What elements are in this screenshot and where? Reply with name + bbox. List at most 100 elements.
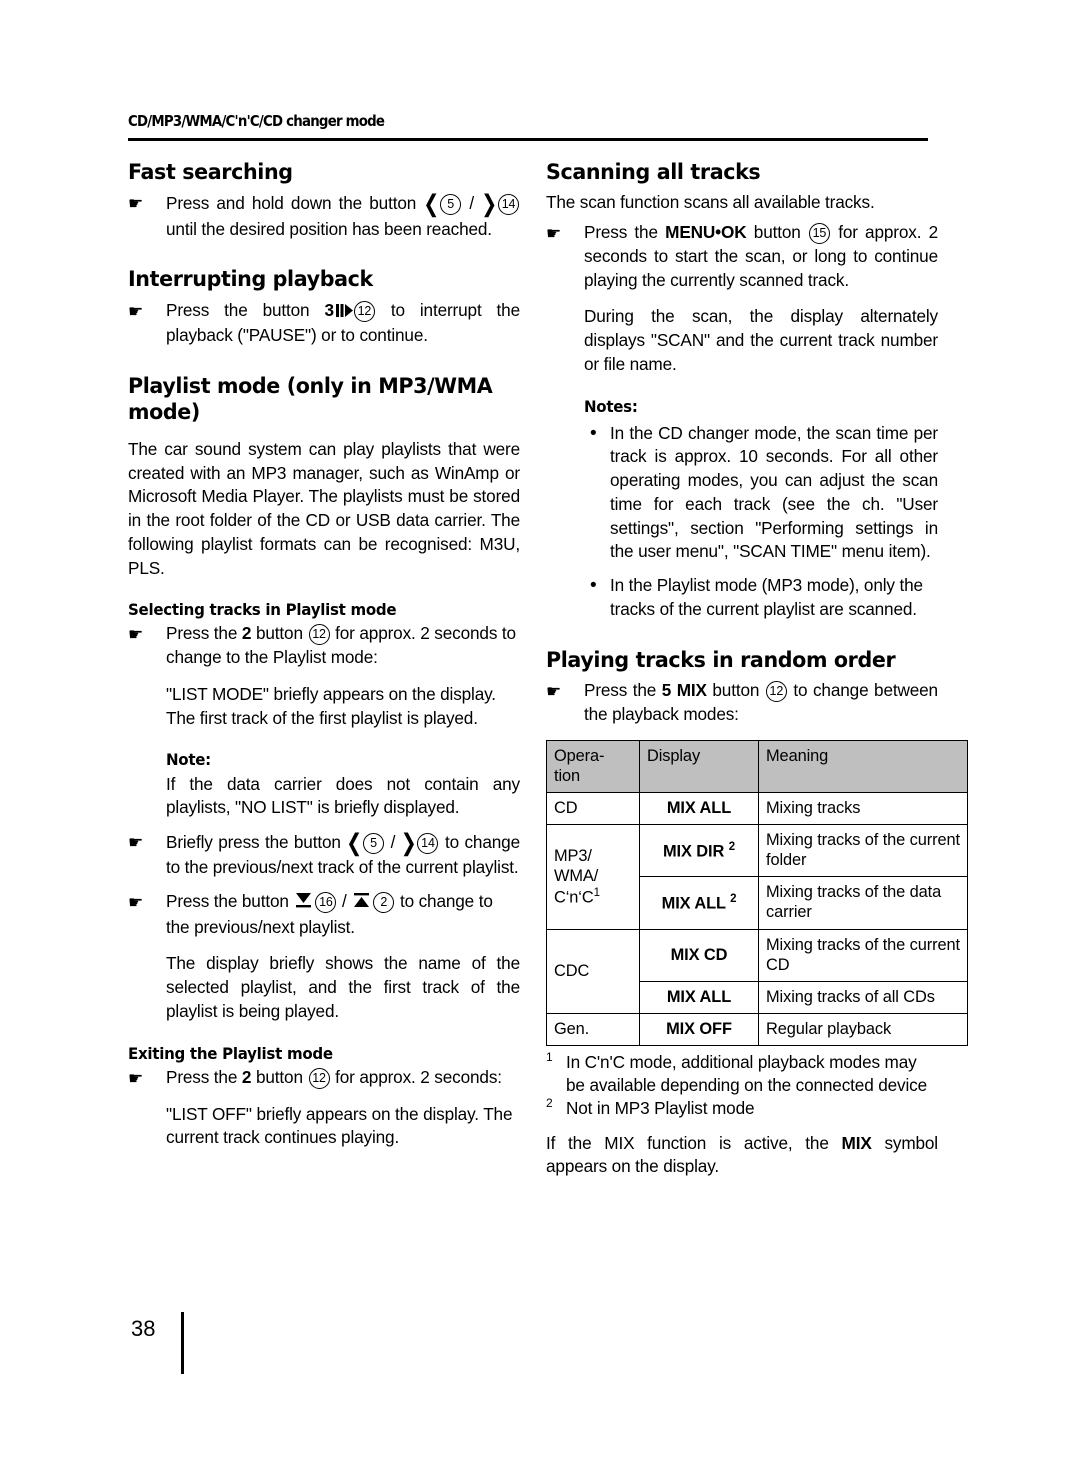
button-label-3: 3 <box>324 299 334 320</box>
instruction-text: Press and hold down the button ❮ 5 / ❯ 14 … <box>166 191 520 241</box>
cell-meaning: Mixing tracks of the current CD <box>758 928 968 982</box>
heading-notes: Notes: <box>584 396 638 416</box>
heading-selecting-tracks: Selecting tracks in Playlist mode <box>128 600 397 620</box>
footnote-marker-2: 2 <box>546 1095 553 1110</box>
arrow-up-bar-icon <box>352 892 371 916</box>
hand-pointer-icon: ☛ <box>128 625 144 645</box>
page-number: 38 <box>131 1316 156 1341</box>
footer-rule <box>181 1312 184 1374</box>
instruction-mix-button: ☛ Press the 5 MIX button 12 to change be… <box>546 679 938 726</box>
heading-exiting-playlist: Exiting the Playlist mode <box>128 1043 333 1063</box>
hand-pointer-icon: ☛ <box>128 194 144 214</box>
heading-fast-searching: Fast searching <box>128 160 293 185</box>
cell-display: MIX ALL <box>639 980 759 1014</box>
table-row: MP3/WMA/C‘n‘C1 MIX DIR 2 Mixing tracks o… <box>546 824 968 930</box>
cell-operation: CDC <box>546 928 640 1014</box>
fast-search-pre: Press and hold down the button <box>166 193 417 214</box>
header-rule <box>128 138 928 141</box>
instruction-text: Press the 2 button 12 for approx. 2 seco… <box>166 622 520 669</box>
instruction-text: Press the button 16 / 2 to change to the… <box>166 891 493 937</box>
cell-meaning: Mixing tracks <box>758 792 968 826</box>
note-text: If the data carrier does not contain any… <box>166 773 520 818</box>
during-scan-text: During the scan, the display alternately… <box>584 306 938 374</box>
button-label-menu-ok: MENU•OK <box>665 222 747 243</box>
footnote-ref-2: 2 <box>728 840 735 853</box>
heading-note: Note: <box>166 750 211 770</box>
button-number-14: 14 <box>417 833 439 855</box>
cell-meaning: Regular playback <box>758 1012 968 1046</box>
running-header: CD/MP3/WMA/C'n'C/CD changer mode <box>128 112 928 130</box>
note-text: In the Playlist mode (MP3 mode), only th… <box>610 575 923 619</box>
bullet-dot-icon: • <box>590 422 597 444</box>
bullet-dot-icon: • <box>590 575 597 597</box>
button-label-5-mix: 5 MIX <box>661 679 707 700</box>
prev-track-chevron-icon: ❮ <box>423 190 440 219</box>
hand-pointer-icon: ☛ <box>546 224 562 244</box>
cell-display: MIX CD <box>639 928 759 982</box>
exit-pre: Press the <box>166 1066 238 1087</box>
cell-meaning: Mixing tracks of the data carrier <box>758 876 968 930</box>
button-word: button <box>712 679 760 700</box>
note-item-2: • In the Playlist mode (MP3 mode), only … <box>584 574 938 621</box>
footnote-ref-2: 2 <box>730 892 737 905</box>
cell-display: MIX DIR 2 <box>639 824 759 878</box>
cell-operation: Gen. <box>546 1012 640 1046</box>
column-header-meaning: Meaning <box>758 740 968 794</box>
button-number-15: 15 <box>808 223 830 245</box>
button-number-16: 16 <box>315 892 337 913</box>
footnote-ref-1: 1 <box>593 886 600 899</box>
arrow-down-bar-icon <box>294 892 313 916</box>
instruction-fast-searching: ☛ Press and hold down the button ❮ 5 / ❯ 1… <box>128 191 520 241</box>
instruction-exit-playlist-mode: ☛ Press the 2 button 12 for approx. 2 se… <box>128 1066 520 1090</box>
display-name-block: The display briefly shows the name of th… <box>128 952 520 1023</box>
footnote-text-2: Not in MP3 Playlist mode <box>566 1097 755 1118</box>
list-mode-text: "LIST MODE" briefly appears on the displ… <box>166 683 496 728</box>
footnote-1: 1 In C'n'C mode, additional playback mod… <box>546 1049 938 1097</box>
updown-pre: Press the button <box>166 891 289 911</box>
scan-intro-text: The scan function scans all available tr… <box>546 192 875 213</box>
list-off-text: "LIST OFF" briefly appears on the displa… <box>166 1103 513 1148</box>
button-number-14: 14 <box>498 194 519 216</box>
left-column: Fast searching ☛ Press and hold down the… <box>128 160 520 1150</box>
button-number-12: 12 <box>353 300 375 322</box>
manual-page: CD/MP3/WMA/C'n'C/CD changer mode Fast se… <box>0 0 1080 1460</box>
footnote-text-1: In C'n'C mode, additional playback modes… <box>566 1051 928 1095</box>
table-header-row: Opera-tion Display Meaning <box>546 740 968 794</box>
heading-scanning-all-tracks: Scanning all tracks <box>546 160 761 185</box>
play-pause-icon <box>335 301 353 325</box>
button-number-12: 12 <box>308 624 330 646</box>
heading-interrupting-playback: Interrupting playback <box>128 267 373 293</box>
table-header: Opera-tion Display Meaning <box>546 740 968 794</box>
hand-pointer-icon: ☛ <box>128 1068 144 1088</box>
instruction-text: Press the button 3 12 to interrupt the pl… <box>166 299 520 348</box>
column-header-display: Display <box>639 740 759 794</box>
button-number-12: 12 <box>308 1067 330 1089</box>
select-pre: Press the <box>166 623 238 644</box>
instruction-interrupt-playback: ☛ Press the button 3 12 to interrupt the … <box>128 299 520 348</box>
right-column: Scanning all tracks The scan function sc… <box>546 160 968 1196</box>
footnote-2: 2 Not in MP3 Playlist mode <box>546 1095 938 1120</box>
note-text: In the CD changer mode, the scan time pe… <box>610 422 938 562</box>
hand-pointer-icon: ☛ <box>128 893 144 912</box>
button-number-5: 5 <box>363 833 385 855</box>
button-word: button <box>753 222 801 243</box>
display-value: MIX ALL <box>661 894 726 913</box>
instruction-briefly-press: ☛ Briefly press the button ❮ 5 / ❯ 14 to c… <box>128 829 520 880</box>
button-label-2: 2 <box>241 623 252 644</box>
scan-pre: Press the <box>584 222 658 243</box>
mix-pre: Press the <box>584 679 657 700</box>
display-playlist-text: The display briefly shows the name of th… <box>166 953 520 1021</box>
interrupt-pre: Press the button <box>166 299 310 320</box>
prev-track-chevron-icon: ❮ <box>346 829 363 857</box>
instruction-select-playlist-mode: ☛ Press the 2 button 12 for approx. 2 se… <box>128 622 520 669</box>
playlist-mode-paragraph: The car sound system can play playlists … <box>128 438 520 578</box>
table-body: CD MIX ALL Mixing tracks MP3/WMA/C‘n‘C1 … <box>546 792 968 1046</box>
next-track-chevron-icon: ❯ <box>400 829 417 857</box>
button-label-2: 2 <box>241 1066 252 1087</box>
exit-post: for approx. 2 seconds: <box>335 1066 502 1087</box>
table-row: Gen. MIX OFF Regular playback <box>546 1012 968 1046</box>
mix-symbol-note: If the MIX function is active, the MIX s… <box>546 1132 938 1179</box>
footnote-marker-1: 1 <box>546 1049 553 1064</box>
instruction-press-updown: ☛ Press the button 16 / 2 to change to t… <box>128 890 520 939</box>
cell-meaning: Mixing tracks of all CDs <box>758 980 968 1014</box>
